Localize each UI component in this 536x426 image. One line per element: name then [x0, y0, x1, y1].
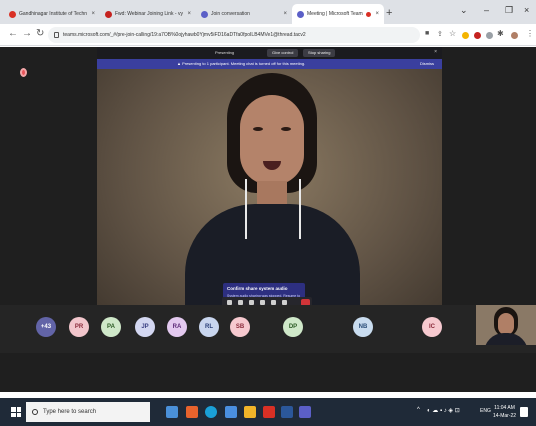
info-banner: ▲ Presenting to 1 participant. Meeting c… — [97, 59, 442, 69]
participant-avatar[interactable]: PR — [69, 317, 89, 337]
notification-icon[interactable] — [520, 407, 528, 417]
files-icon[interactable] — [244, 406, 256, 418]
popup-title: Confirm share system audio — [227, 286, 288, 291]
participant-avatar[interactable]: RA — [167, 317, 187, 337]
earbud-wire — [245, 179, 247, 239]
language-indicator[interactable]: ENG — [480, 408, 491, 414]
earbud-wire — [299, 179, 301, 239]
self-body — [484, 333, 528, 345]
tab-favicon — [201, 10, 208, 18]
address-toolbar: ← → ↻ teams.microsoft.com/_#/pre-join-ca… — [0, 24, 536, 46]
self-camera-preview[interactable] — [476, 305, 536, 345]
self-face — [498, 313, 514, 335]
windows-taskbar: Type here to search ^ ◐ ☁ ▪ ♪ ◈ ⊡ ENG 11… — [0, 398, 536, 426]
recording-indicator-icon — [366, 11, 372, 17]
stop-sharing-button[interactable]: Stop sharing — [303, 49, 336, 57]
office-icon[interactable] — [186, 406, 198, 418]
profile-avatar[interactable] — [511, 32, 518, 39]
forward-icon[interactable]: → — [22, 28, 32, 39]
presenter-eye — [253, 127, 263, 131]
new-tab-icon[interactable]: + — [386, 7, 392, 19]
search-placeholder: Type here to search — [43, 409, 97, 415]
url-text: teams.microsoft.com/_#/pre-join-calling/… — [63, 32, 306, 38]
extension-icon-yellow[interactable] — [462, 32, 469, 39]
extension-icon-red[interactable] — [474, 32, 481, 39]
participant-avatar[interactable]: RL — [199, 317, 219, 337]
tab-title: Meeting | Microsoft Teams — [307, 11, 364, 17]
presenter-face — [240, 95, 304, 185]
extensions-puzzle-icon[interactable]: ✱ — [497, 29, 504, 38]
tab-teams-meeting[interactable]: Meeting | Microsoft Teams × — [292, 4, 384, 24]
tab-title: Fwd: Webinar Joining Link - vyas — [115, 11, 184, 17]
participant-avatar-row: +43 PR PA JP RA RL SB DP NB IC — [0, 305, 536, 353]
close-icon[interactable]: × — [283, 11, 287, 17]
tab-favicon — [297, 10, 304, 18]
tab-gmail[interactable]: Fwd: Webinar Joining Link - vyas × — [100, 4, 196, 24]
tray-icons[interactable]: ◐ ☁ ▪ ♪ ◈ ⊡ — [427, 407, 460, 414]
close-icon[interactable]: × — [375, 11, 379, 17]
dismiss-button[interactable]: Dismiss — [420, 59, 434, 69]
presenter-eye — [281, 127, 291, 131]
participant-avatar[interactable]: SB — [230, 317, 250, 337]
give-control-button[interactable]: Give control — [267, 49, 299, 57]
tab-favicon — [9, 10, 16, 18]
sharing-toolbar: Presenting Give control Stop sharing × — [97, 47, 442, 59]
tab-search-icon[interactable]: ⌄ — [460, 5, 468, 16]
minimize-icon[interactable]: – — [484, 5, 489, 15]
tray-chevron-icon[interactable]: ^ — [417, 407, 420, 413]
clock-time: 11:04 AM — [494, 405, 515, 411]
bookmark-star-icon[interactable]: ☆ — [449, 29, 456, 38]
participant-avatar[interactable]: PA — [101, 317, 121, 337]
edge-icon[interactable] — [205, 406, 217, 418]
back-icon[interactable]: ← — [8, 28, 18, 39]
banner-text: Presenting to 1 participant. Meeting cha… — [182, 61, 306, 66]
participant-avatar[interactable]: IC — [422, 317, 442, 337]
teams-icon[interactable] — [299, 406, 311, 418]
camera-permission-icon[interactable]: ■ — [425, 30, 429, 37]
overflow-participants-avatar[interactable]: +43 — [36, 317, 56, 337]
lock-icon — [54, 32, 59, 38]
address-bar[interactable]: teams.microsoft.com/_#/pre-join-calling/… — [48, 27, 420, 43]
share-icon[interactable]: ⇪ — [437, 30, 443, 38]
reload-icon[interactable]: ↻ — [36, 28, 44, 39]
window-close-icon[interactable]: × — [524, 5, 529, 15]
search-icon — [32, 409, 38, 415]
participant-avatar[interactable]: DP — [283, 317, 303, 337]
tab-title: Gandhinagar Institute of Techno — [19, 11, 88, 17]
teams-meeting-page: Presenting Give control Stop sharing × ▲… — [0, 47, 536, 392]
windows-start-icon[interactable] — [11, 407, 21, 417]
presenting-label: Presenting — [215, 50, 235, 55]
word-icon[interactable] — [281, 406, 293, 418]
browser-menu-icon[interactable]: ⋮ — [526, 29, 534, 38]
store-icon[interactable] — [225, 406, 237, 418]
taskbar-search-input[interactable]: Type here to search — [26, 402, 150, 422]
extension-icon-gray[interactable] — [486, 32, 493, 39]
tab-favicon — [105, 10, 112, 18]
tab-title: Join conversation — [211, 11, 250, 17]
tab-join-conversation[interactable]: Join conversation × — [196, 4, 292, 24]
browser-tab-bar: Gandhinagar Institute of Techno × Fwd: W… — [0, 0, 536, 24]
record-indicator-icon — [20, 68, 27, 77]
pdf-icon[interactable] — [263, 406, 275, 418]
participant-avatar[interactable]: NB — [353, 317, 373, 337]
clock-date: 14-Mar-22 — [493, 413, 517, 419]
taskbar-clock[interactable]: 11:04 AM 14-Mar-22 — [493, 404, 516, 420]
close-icon[interactable]: × — [434, 49, 437, 55]
close-icon[interactable]: × — [91, 11, 95, 17]
tab-gandhinagar[interactable]: Gandhinagar Institute of Techno × — [4, 4, 100, 24]
task-view-icon[interactable] — [166, 406, 178, 418]
close-icon[interactable]: × — [187, 11, 191, 17]
maximize-icon[interactable]: ❐ — [505, 5, 513, 16]
participant-avatar[interactable]: JP — [135, 317, 155, 337]
